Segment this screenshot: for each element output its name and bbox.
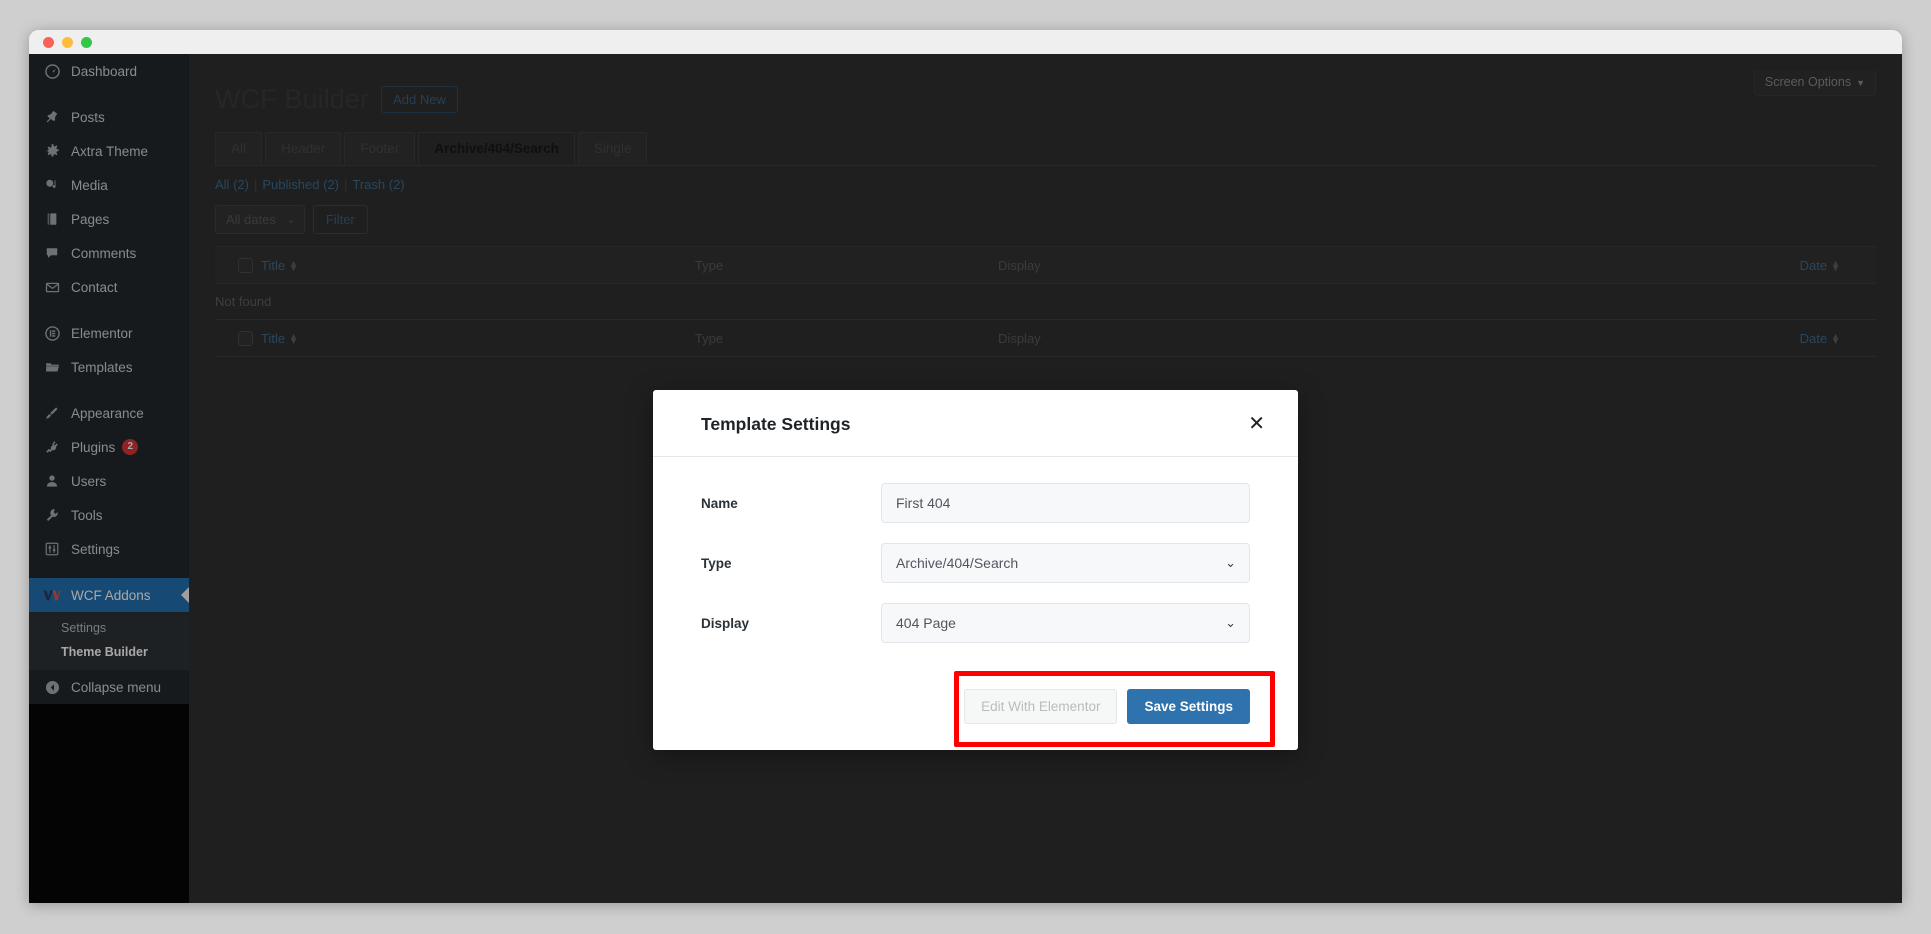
page-viewport: Dashboard Posts Axtra Theme Media Pages … — [29, 54, 1902, 903]
template-settings-modal: Template Settings ✕ Name Type Archive/40… — [653, 390, 1298, 750]
name-field-control — [881, 483, 1250, 523]
close-icon[interactable]: ✕ — [1242, 412, 1271, 436]
modal-title: Template Settings — [701, 413, 851, 434]
modal-header: Template Settings ✕ — [653, 390, 1298, 457]
field-row-type: Type Archive/404/Search ⌄ — [701, 543, 1250, 583]
display-select[interactable]: 404 Page — [881, 603, 1250, 643]
field-row-display: Display 404 Page ⌄ — [701, 603, 1250, 643]
type-select[interactable]: Archive/404/Search — [881, 543, 1250, 583]
edit-with-elementor-button[interactable]: Edit With Elementor — [964, 689, 1118, 724]
field-row-name: Name — [701, 483, 1250, 523]
maximize-window-button[interactable] — [81, 36, 92, 48]
minimize-window-button[interactable] — [62, 36, 73, 48]
type-field-control: Archive/404/Search ⌄ — [881, 543, 1250, 583]
modal-footer: Edit With Elementor Save Settings — [653, 669, 1298, 750]
display-field-control: 404 Page ⌄ — [881, 603, 1250, 643]
save-settings-button[interactable]: Save Settings — [1127, 689, 1250, 724]
type-field-label: Type — [701, 555, 732, 571]
browser-window: Dashboard Posts Axtra Theme Media Pages … — [29, 30, 1902, 903]
close-window-button[interactable] — [43, 36, 54, 48]
display-field-label: Display — [701, 615, 750, 631]
modal-body: Name Type Archive/404/Search ⌄ Display — [653, 457, 1298, 669]
name-field-label: Name — [701, 495, 738, 511]
window-titlebar — [29, 30, 1902, 54]
name-input[interactable] — [881, 483, 1250, 523]
